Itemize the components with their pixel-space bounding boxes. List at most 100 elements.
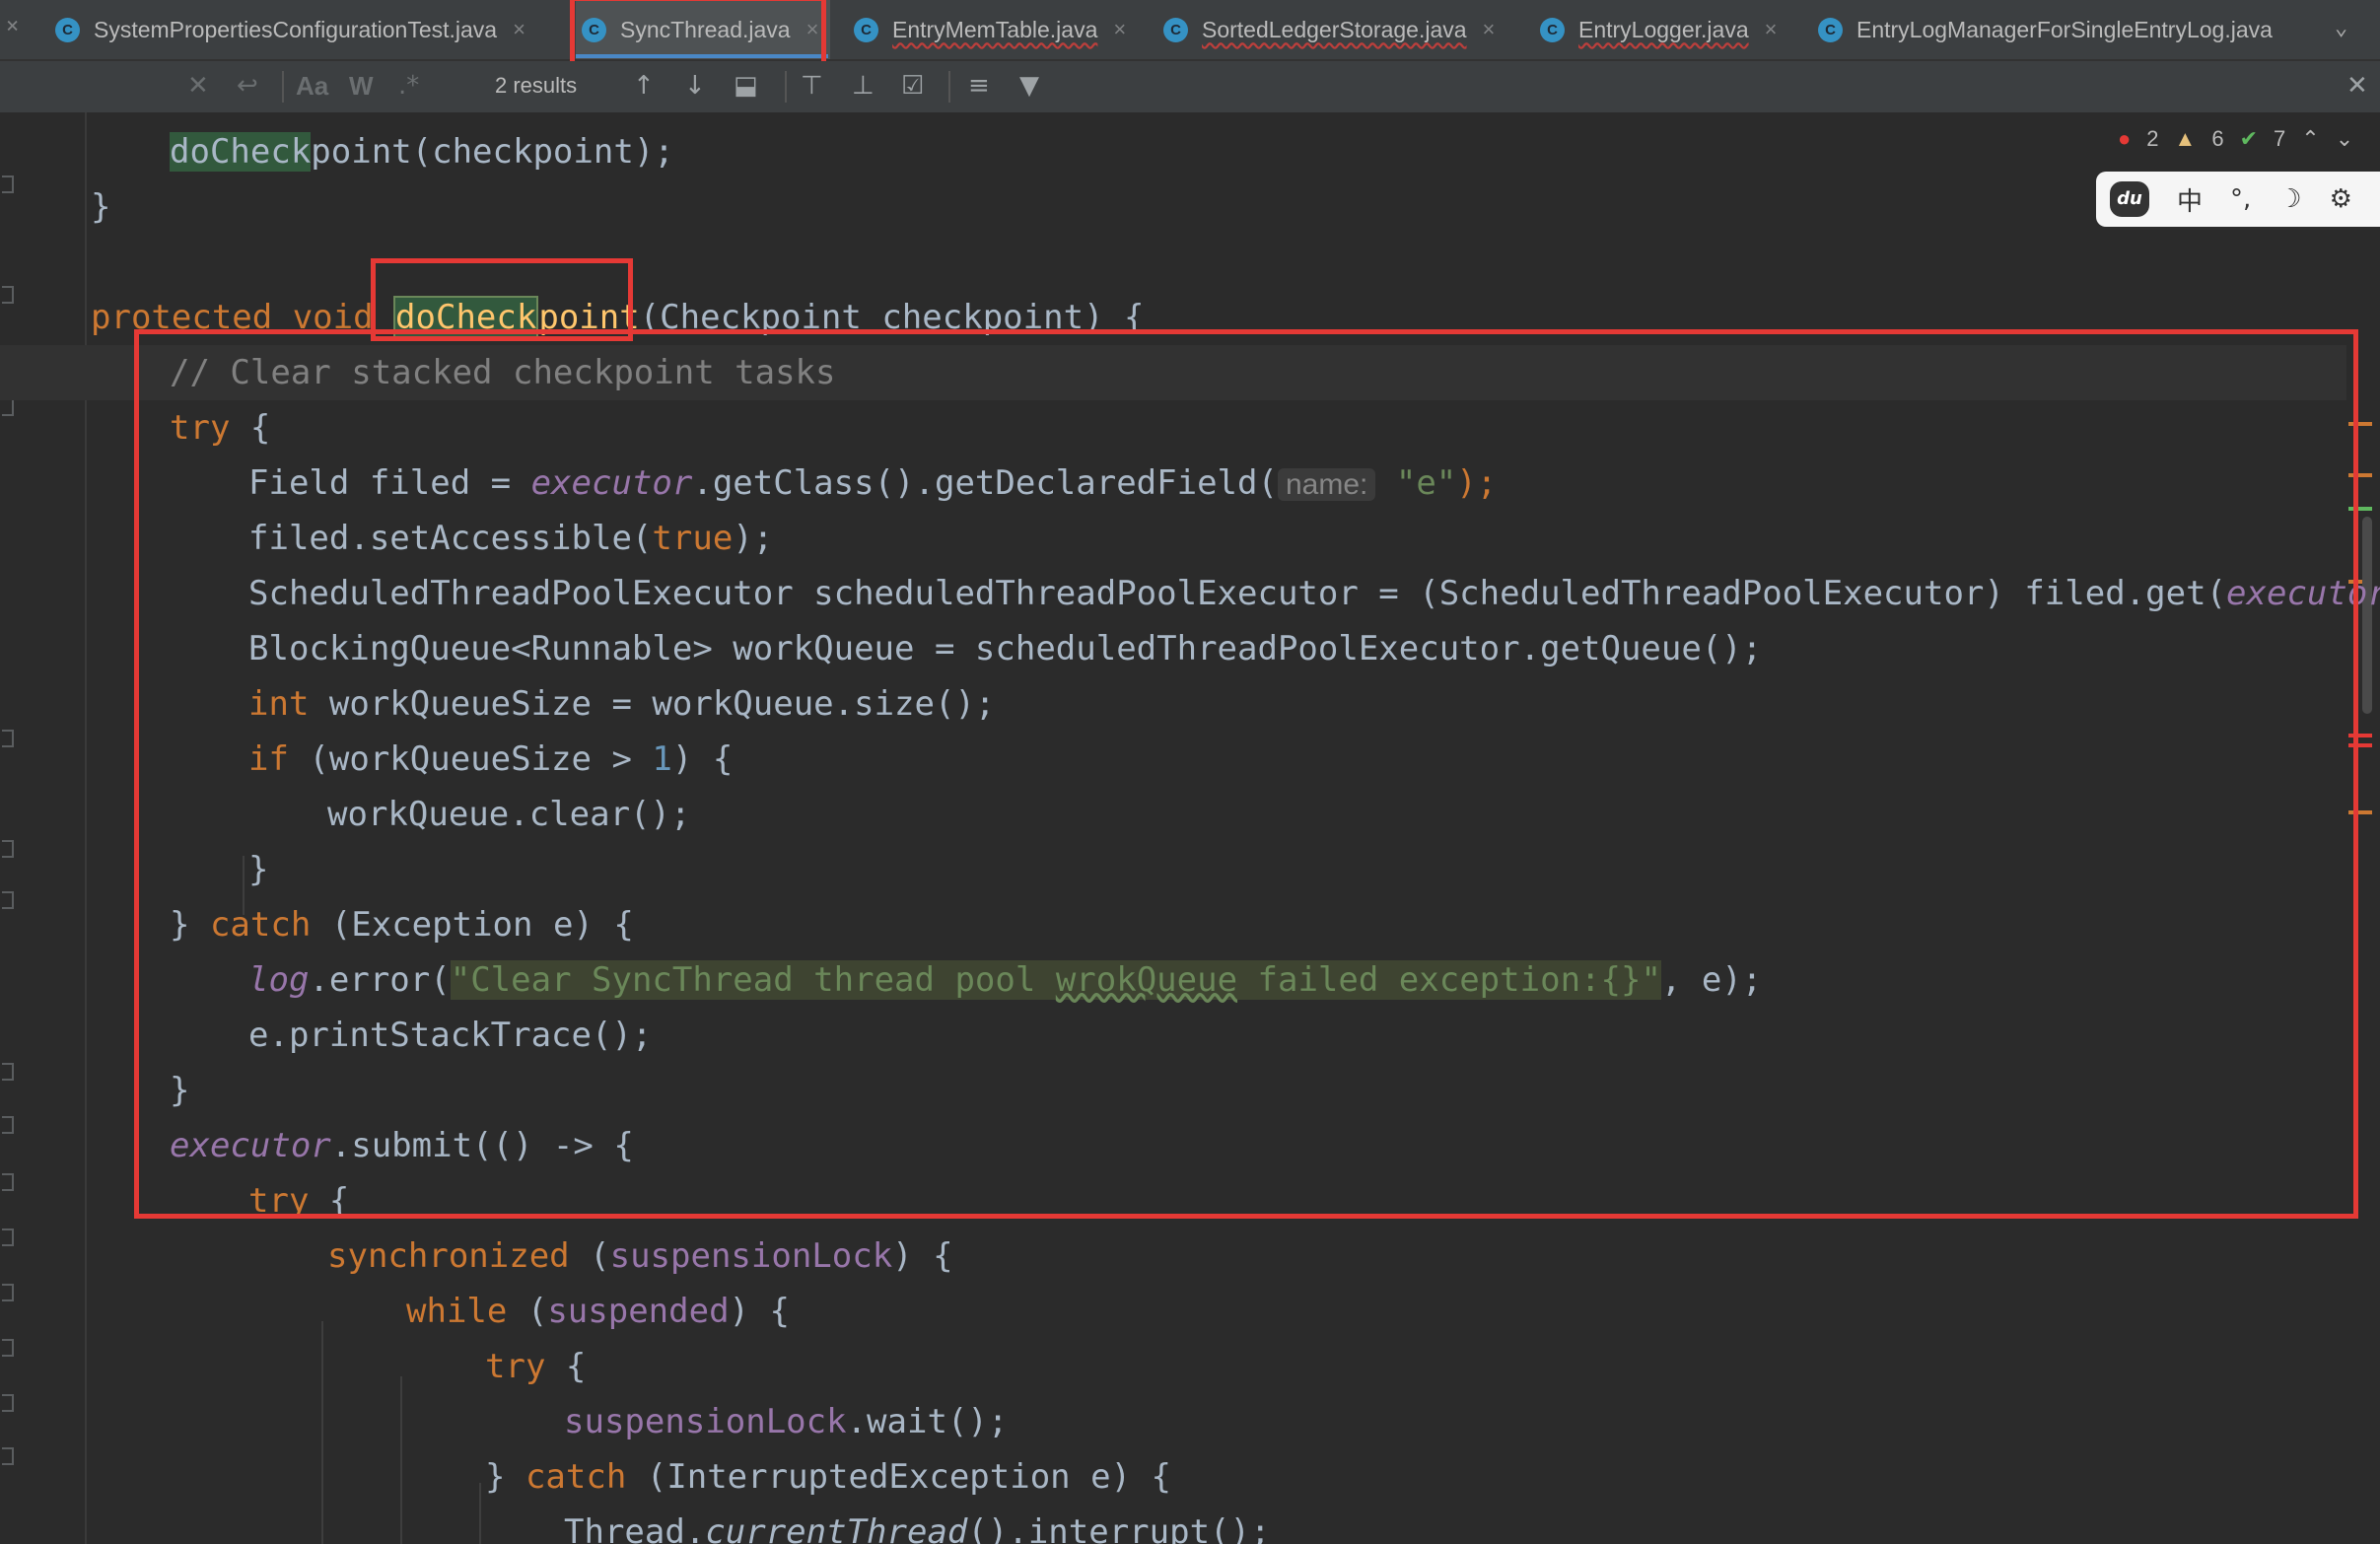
fold-marker-icon[interactable]	[2, 1447, 14, 1465]
clear-search-icon[interactable]: ✕	[187, 71, 209, 101]
java-class-icon: C	[1818, 17, 1843, 42]
warning-count: 6	[2211, 126, 2224, 151]
tab-label: SystemPropertiesConfigurationTest.java	[94, 16, 498, 42]
error-count: 2	[2146, 126, 2159, 151]
code-editor[interactable]: ● 2 ▲ 6 ✔ 7 ⌃ ⌄ du 中 °, ☽ ⚙ doCheckpoint…	[0, 112, 2380, 1544]
words-toggle[interactable]: W	[349, 71, 374, 102]
fold-marker-icon[interactable]	[2, 1063, 14, 1081]
arrow-down-icon[interactable]: ↓	[684, 71, 706, 101]
close-icon[interactable]: ×	[6, 14, 19, 38]
code-line[interactable]: doCheckpoint(checkpoint);	[170, 124, 674, 179]
add-selection-icon[interactable]: ⊤	[801, 71, 823, 101]
fold-marker-icon[interactable]	[2, 840, 14, 858]
fold-marker-icon[interactable]	[2, 175, 14, 193]
chevron-down-icon[interactable]: ⌄	[2336, 126, 2353, 152]
code-text: }	[485, 1457, 525, 1497]
fold-marker-icon[interactable]	[2, 1173, 14, 1191]
tab-label: SortedLedgerStorage.java	[1202, 16, 1467, 42]
indent-guide	[479, 1483, 481, 1544]
code-line[interactable]: Thread.currentThread().interrupt();	[564, 1505, 1270, 1544]
history-icon[interactable]: ↩	[237, 71, 258, 101]
close-icon[interactable]: ×	[1113, 17, 1126, 42]
error-icon: ●	[2118, 126, 2132, 151]
warning-icon: ▲	[2174, 126, 2197, 151]
chevron-up-icon[interactable]: ⌃	[2301, 126, 2319, 152]
java-class-icon: C	[854, 17, 878, 42]
tab-sorted-ledger-storage[interactable]: C SortedLedgerStorage.java ×	[1163, 0, 1495, 59]
fold-marker-icon[interactable]	[2, 730, 14, 747]
code-text: Thread.	[564, 1512, 706, 1544]
code-text: ) {	[729, 1292, 790, 1331]
close-icon[interactable]: ×	[1765, 17, 1778, 42]
close-icon[interactable]: ×	[1483, 17, 1496, 42]
select-all-matches-icon[interactable]: ☑	[901, 71, 924, 101]
filter-icon[interactable]: ▼	[1019, 71, 1039, 101]
arrow-up-icon[interactable]: ↑	[633, 71, 655, 101]
select-all-occurrences-icon[interactable]: ⬓	[734, 71, 758, 101]
code-text: {	[545, 1347, 587, 1386]
regex-toggle[interactable]: .*	[398, 71, 419, 101]
baidu-ime-logo[interactable]: du	[2110, 181, 2149, 217]
multiline-icon[interactable]: ≡	[968, 71, 990, 101]
tab-entry-logger[interactable]: C EntryLogger.java ×	[1540, 0, 1777, 59]
keyword: synchronized	[327, 1236, 570, 1276]
tab-entry-mem-table[interactable]: C EntryMemTable.java ×	[854, 0, 1126, 59]
fold-marker-icon[interactable]	[2, 1394, 14, 1412]
search-results-count: 2 results	[495, 73, 578, 98]
indent-guide	[400, 1376, 402, 1544]
field-ref: suspended	[547, 1292, 730, 1331]
keyword: while	[406, 1292, 508, 1331]
fold-marker-icon[interactable]	[2, 1228, 14, 1246]
java-class-icon: C	[1163, 17, 1188, 42]
toolbar-separator	[282, 71, 284, 103]
gear-icon[interactable]: ⚙	[2330, 184, 2352, 214]
code-text: point(checkpoint);	[311, 132, 674, 172]
punctuation-toggle[interactable]: °,	[2230, 184, 2251, 214]
ime-toolbar: du 中 °, ☽ ⚙	[2096, 172, 2380, 227]
java-class-icon: C	[55, 17, 80, 42]
code-line[interactable]: while (suspended) {	[406, 1284, 790, 1339]
code-text: ) {	[892, 1236, 953, 1276]
code-text: (	[569, 1236, 610, 1276]
code-text: (InterruptedException e) {	[626, 1457, 1171, 1497]
inspection-summary[interactable]: ● 2 ▲ 6 ✔ 7 ⌃ ⌄	[2118, 126, 2353, 152]
fold-marker-icon[interactable]	[2, 398, 14, 416]
toolbar-separator	[785, 71, 787, 103]
fold-marker-icon[interactable]	[2, 1284, 14, 1301]
code-line[interactable]: try {	[485, 1339, 586, 1394]
code-text: }	[91, 187, 111, 227]
tab-system-properties-configuration-test[interactable]: C SystemPropertiesConfigurationTest.java…	[55, 0, 525, 59]
code-text: ().interrupt();	[967, 1512, 1271, 1544]
java-class-icon: C	[1540, 17, 1565, 42]
field-ref: suspensionLock	[564, 1402, 847, 1441]
keyword: catch	[525, 1457, 627, 1497]
fold-marker-icon[interactable]	[2, 891, 14, 909]
keyword: try	[485, 1347, 546, 1386]
ok-count: 7	[2274, 126, 2286, 151]
chevron-down-icon[interactable]: ⌄	[2335, 16, 2347, 40]
tab-label: EntryLogger.java	[1578, 16, 1749, 42]
toolbar-separator	[948, 71, 950, 103]
code-line[interactable]: } catch (InterruptedException e) {	[485, 1449, 1171, 1505]
match-case-toggle[interactable]: Aa	[296, 71, 328, 102]
remove-selection-icon[interactable]: ⊥	[852, 71, 875, 101]
language-toggle[interactable]: 中	[2177, 181, 2203, 218]
fold-marker-icon[interactable]	[2, 1339, 14, 1357]
moon-icon[interactable]: ☽	[2278, 184, 2301, 214]
code-text: .wait();	[846, 1402, 1009, 1441]
close-search-icon[interactable]: ✕	[2346, 71, 2368, 101]
find-toolbar: ✕ ↩ Aa W .* 2 results ↑ ↓ ⬓ ⊤ ⊥ ☑ ≡ ▼ ✕	[0, 61, 2380, 114]
search-match: doCheck	[170, 132, 312, 172]
field-ref: suspensionLock	[609, 1236, 893, 1276]
close-icon[interactable]: ×	[513, 17, 525, 42]
check-icon: ✔	[2239, 126, 2259, 151]
annotation-box-code-block	[134, 329, 2358, 1219]
tab-label: EntryLogManagerForSingleEntryLog.java	[1856, 16, 2273, 42]
code-line[interactable]: }	[91, 179, 110, 235]
fold-marker-icon[interactable]	[2, 286, 14, 304]
gutter-separator	[85, 112, 87, 1544]
code-line[interactable]: suspensionLock.wait();	[564, 1394, 1008, 1449]
code-line[interactable]: synchronized (suspensionLock) {	[327, 1228, 953, 1284]
tab-entry-log-manager-for-single-entry-log[interactable]: C EntryLogManagerForSingleEntryLog.java	[1818, 0, 2273, 59]
fold-marker-icon[interactable]	[2, 1116, 14, 1134]
